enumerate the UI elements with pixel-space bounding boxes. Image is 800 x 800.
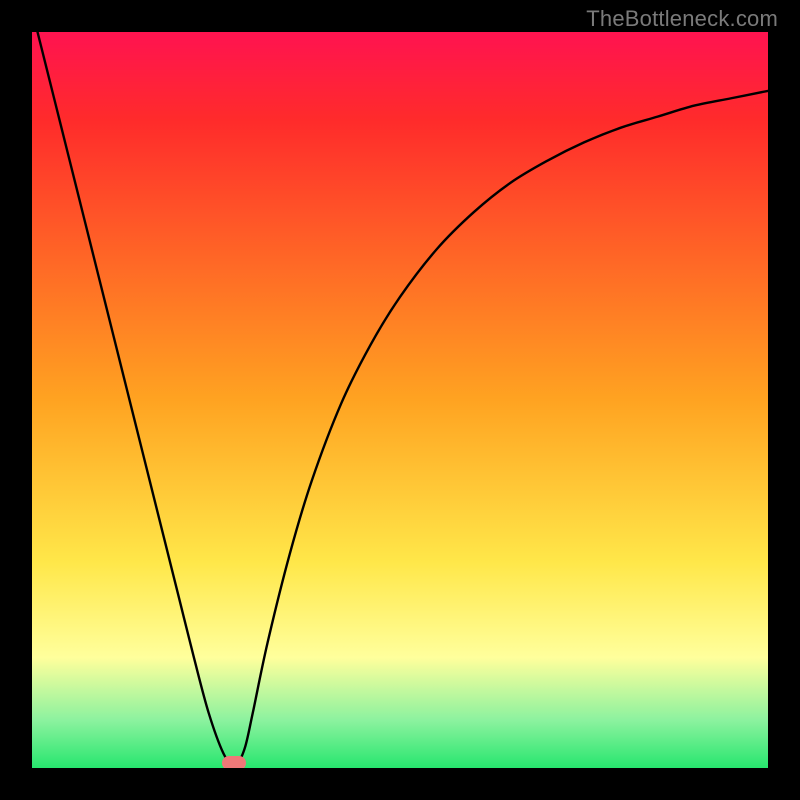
watermark-text: TheBottleneck.com: [586, 6, 778, 32]
plot-area: [32, 32, 768, 768]
optimal-point-marker: [222, 756, 246, 768]
chart-frame: TheBottleneck.com: [0, 0, 800, 800]
bottleneck-curve: [32, 32, 768, 768]
